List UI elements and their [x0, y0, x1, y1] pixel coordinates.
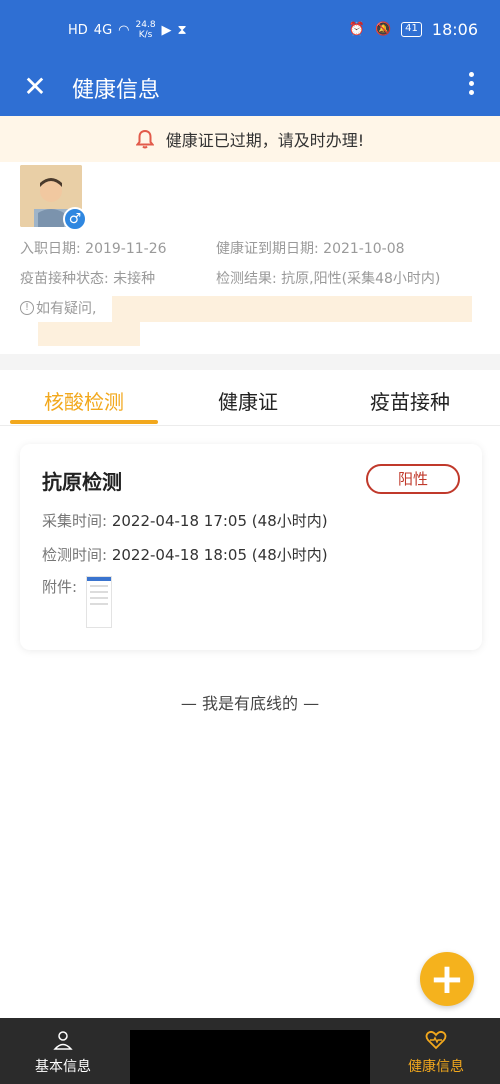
signal-4g-icon: 4G [93, 22, 113, 38]
hire-date-label: 入职日期: [20, 241, 81, 257]
attachment-row: 附件: [42, 576, 77, 597]
test-result-value: 抗原,阳性(采集48小时内) [281, 271, 441, 287]
status-bar: HD 4G ◠ 24.8 K/s ▶ ⧗ ⏰ 🔕 41 18:06 [0, 0, 500, 60]
test-result-label: 检测结果: [216, 271, 277, 287]
redacted-region [112, 296, 472, 322]
test-time-note: (48小时内) [251, 546, 328, 564]
active-tab-indicator [10, 420, 158, 424]
more-vertical-icon[interactable] [464, 68, 478, 104]
battery-indicator: 41 [401, 22, 422, 37]
redacted-region [130, 1030, 370, 1084]
plus-icon[interactable]: + [420, 952, 474, 1006]
male-icon: ♂ [63, 207, 87, 231]
heart-pulse-icon [425, 1030, 447, 1050]
test-time-row: 检测时间: 2022-04-18 18:05 (48小时内) [42, 544, 328, 565]
profile-section: ♂ 入职日期: 2019-11-26 健康证到期日期: 2021-10-08 疫… [0, 162, 500, 354]
network-speed-value: 24.8 [135, 20, 156, 30]
tab-vaccination[interactable]: 疫苗接种 [370, 386, 450, 415]
page-title: 健康信息 [72, 78, 161, 103]
hd-indicator: HD [68, 22, 88, 38]
status-time: 18:06 [431, 20, 478, 39]
vaccine-status-label: 疫苗接种状态: [20, 271, 109, 287]
card-title: 抗原检测 [42, 470, 122, 494]
health-cert-expiry-value: 2021-10-08 [323, 241, 405, 257]
expiry-alert-banner: 健康证已过期，请及时办理! [0, 116, 500, 162]
hire-date-row: 入职日期: 2019-11-26 [20, 238, 167, 258]
tab-health-certificate[interactable]: 健康证 [218, 386, 278, 415]
test-result-row: 检测结果: 抗原,阳性(采集48小时内) [216, 268, 440, 288]
health-cert-expiry-label: 健康证到期日期: [216, 241, 319, 257]
collect-time-row: 采集时间: 2022-04-18 17:05 (48小时内) [42, 510, 328, 531]
video-icon: ▶ [161, 22, 172, 38]
collect-time-label: 采集时间: [42, 512, 108, 530]
end-of-list-text: — 我是有底线的 — [180, 694, 320, 713]
info-icon: ! [20, 301, 34, 315]
test-time-value: 2022-04-18 18:05 [111, 546, 248, 564]
nav-basic-info[interactable]: 基本信息 [28, 1030, 98, 1076]
vaccine-status-row: 疫苗接种状态: 未接种 [20, 268, 155, 288]
collect-time-value: 2022-04-18 17:05 [111, 512, 248, 530]
contact-note-text: 如有疑问, [36, 301, 97, 317]
result-badge: 阳性 [366, 464, 460, 494]
attachment-thumbnail[interactable] [86, 576, 112, 628]
status-left: HD 4G ◠ 24.8 K/s ▶ ⧗ [68, 20, 187, 40]
tab-nucleic-acid-test[interactable]: 核酸检测 [44, 386, 124, 415]
network-speed: 24.8 K/s [136, 20, 156, 40]
contact-note: ! 如有疑问, [20, 298, 96, 318]
bottom-nav: 基本信息 健康信息 [0, 1018, 500, 1084]
mute-icon: 🔕 [374, 22, 392, 37]
health-cert-expiry-row: 健康证到期日期: 2021-10-08 [216, 238, 405, 258]
collect-time-note: (48小时内) [251, 512, 328, 530]
app-bar: ✕ 健康信息 [0, 60, 500, 116]
nav-basic-info-label: 基本信息 [35, 1059, 91, 1075]
test-record-card[interactable]: 抗原检测 阳性 采集时间: 2022-04-18 17:05 (48小时内) 检… [20, 444, 482, 650]
nav-health-info-label: 健康信息 [408, 1059, 464, 1075]
hourglass-icon: ⧗ [177, 22, 187, 38]
wifi-icon: ◠ [118, 22, 130, 38]
vaccine-status-value: 未接种 [113, 271, 156, 287]
hire-date-value: 2019-11-26 [85, 241, 167, 257]
alarm-icon: ⏰ [348, 22, 365, 37]
redacted-region [38, 322, 140, 346]
tab-bar: 核酸检测 健康证 疫苗接种 [0, 370, 500, 426]
alert-text: 健康证已过期，请及时办理! [165, 131, 365, 150]
test-time-label: 检测时间: [42, 546, 108, 564]
section-divider [0, 354, 500, 370]
close-icon[interactable]: ✕ [20, 70, 50, 104]
bell-icon [135, 129, 154, 149]
network-speed-unit: K/s [138, 30, 153, 40]
nav-health-info[interactable]: 健康信息 [400, 1030, 472, 1076]
status-right: ⏰ 🔕 41 18:06 [349, 20, 478, 39]
person-icon [52, 1030, 74, 1050]
attachment-label: 附件: [42, 578, 78, 596]
